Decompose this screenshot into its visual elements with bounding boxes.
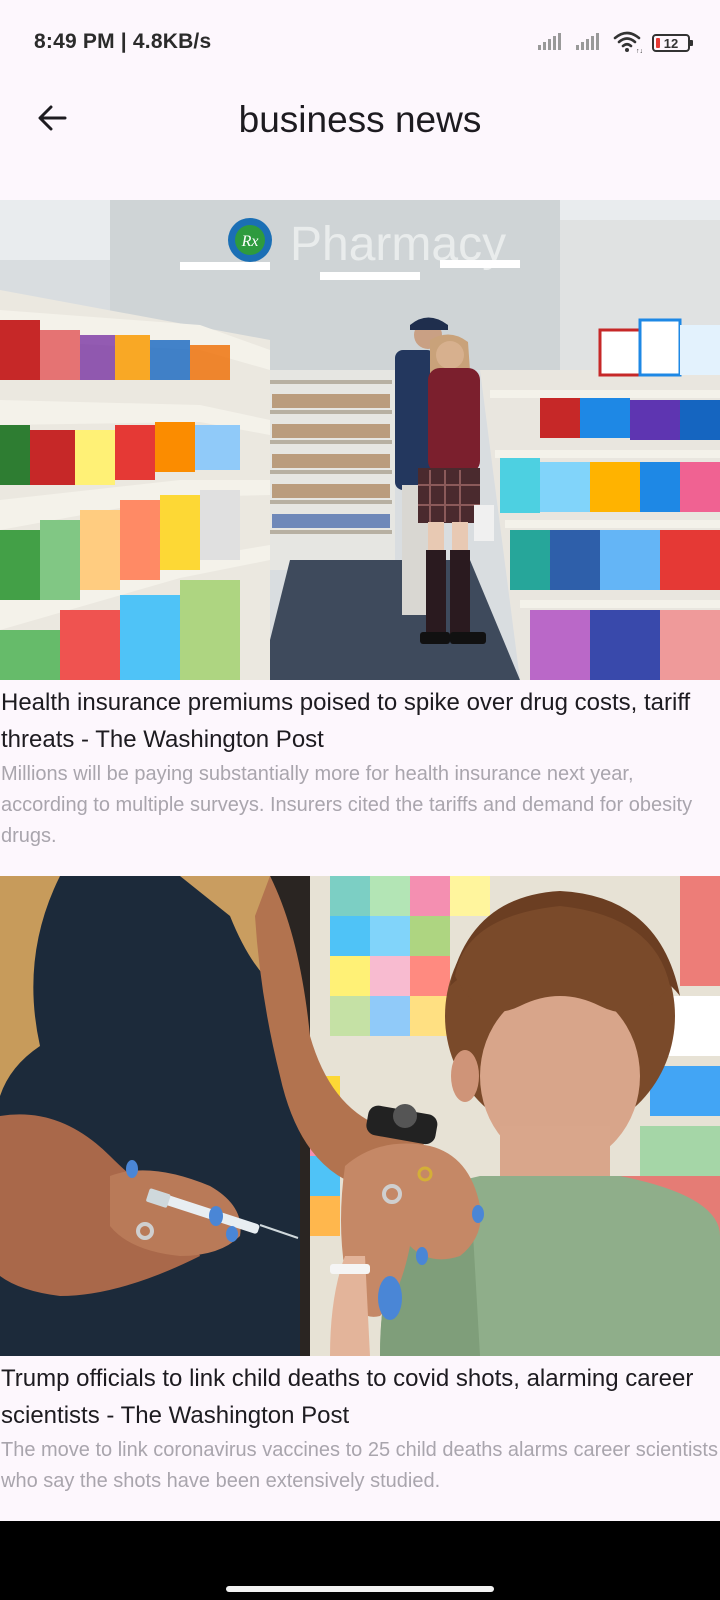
signal-icon-2: [574, 30, 602, 57]
system-nav-bar: [0, 1521, 720, 1600]
wifi-icon: ↑↓: [612, 29, 643, 58]
article-title[interactable]: Health insurance premiums poised to spik…: [0, 684, 720, 758]
signal-icon: [536, 30, 564, 57]
news-article-card[interactable]: Rx Pharmacy Health insurance premiums po…: [0, 200, 720, 852]
news-article-card[interactable]: Trump officials to link child deaths to …: [0, 876, 720, 1497]
page-title: business news: [238, 99, 482, 140]
article-description: The move to link coronavirus vaccines to…: [1, 1439, 718, 1492]
pharmacy-photo: Rx Pharmacy: [0, 200, 720, 680]
article-image[interactable]: Rx Pharmacy: [0, 200, 720, 680]
status-time: 8:49 PM | 4.8KB/s: [34, 30, 212, 53]
svg-text:↑↓: ↑↓: [636, 48, 642, 53]
home-indicator[interactable]: [226, 1586, 494, 1592]
battery-icon: 12: [652, 34, 693, 52]
status-bar: 8:49 PM | 4.8KB/s ↑↓ 12: [0, 0, 720, 88]
vaccination-photo: [0, 876, 720, 1356]
article-image[interactable]: [0, 876, 720, 1356]
status-icons: ↑↓ 12: [536, 29, 693, 58]
article-title[interactable]: Trump officials to link child deaths to …: [0, 1360, 720, 1434]
article-description: Millions will be paying substantially mo…: [1, 763, 693, 847]
app-bar: business news: [0, 88, 720, 200]
svg-text:Rx: Rx: [241, 233, 259, 250]
